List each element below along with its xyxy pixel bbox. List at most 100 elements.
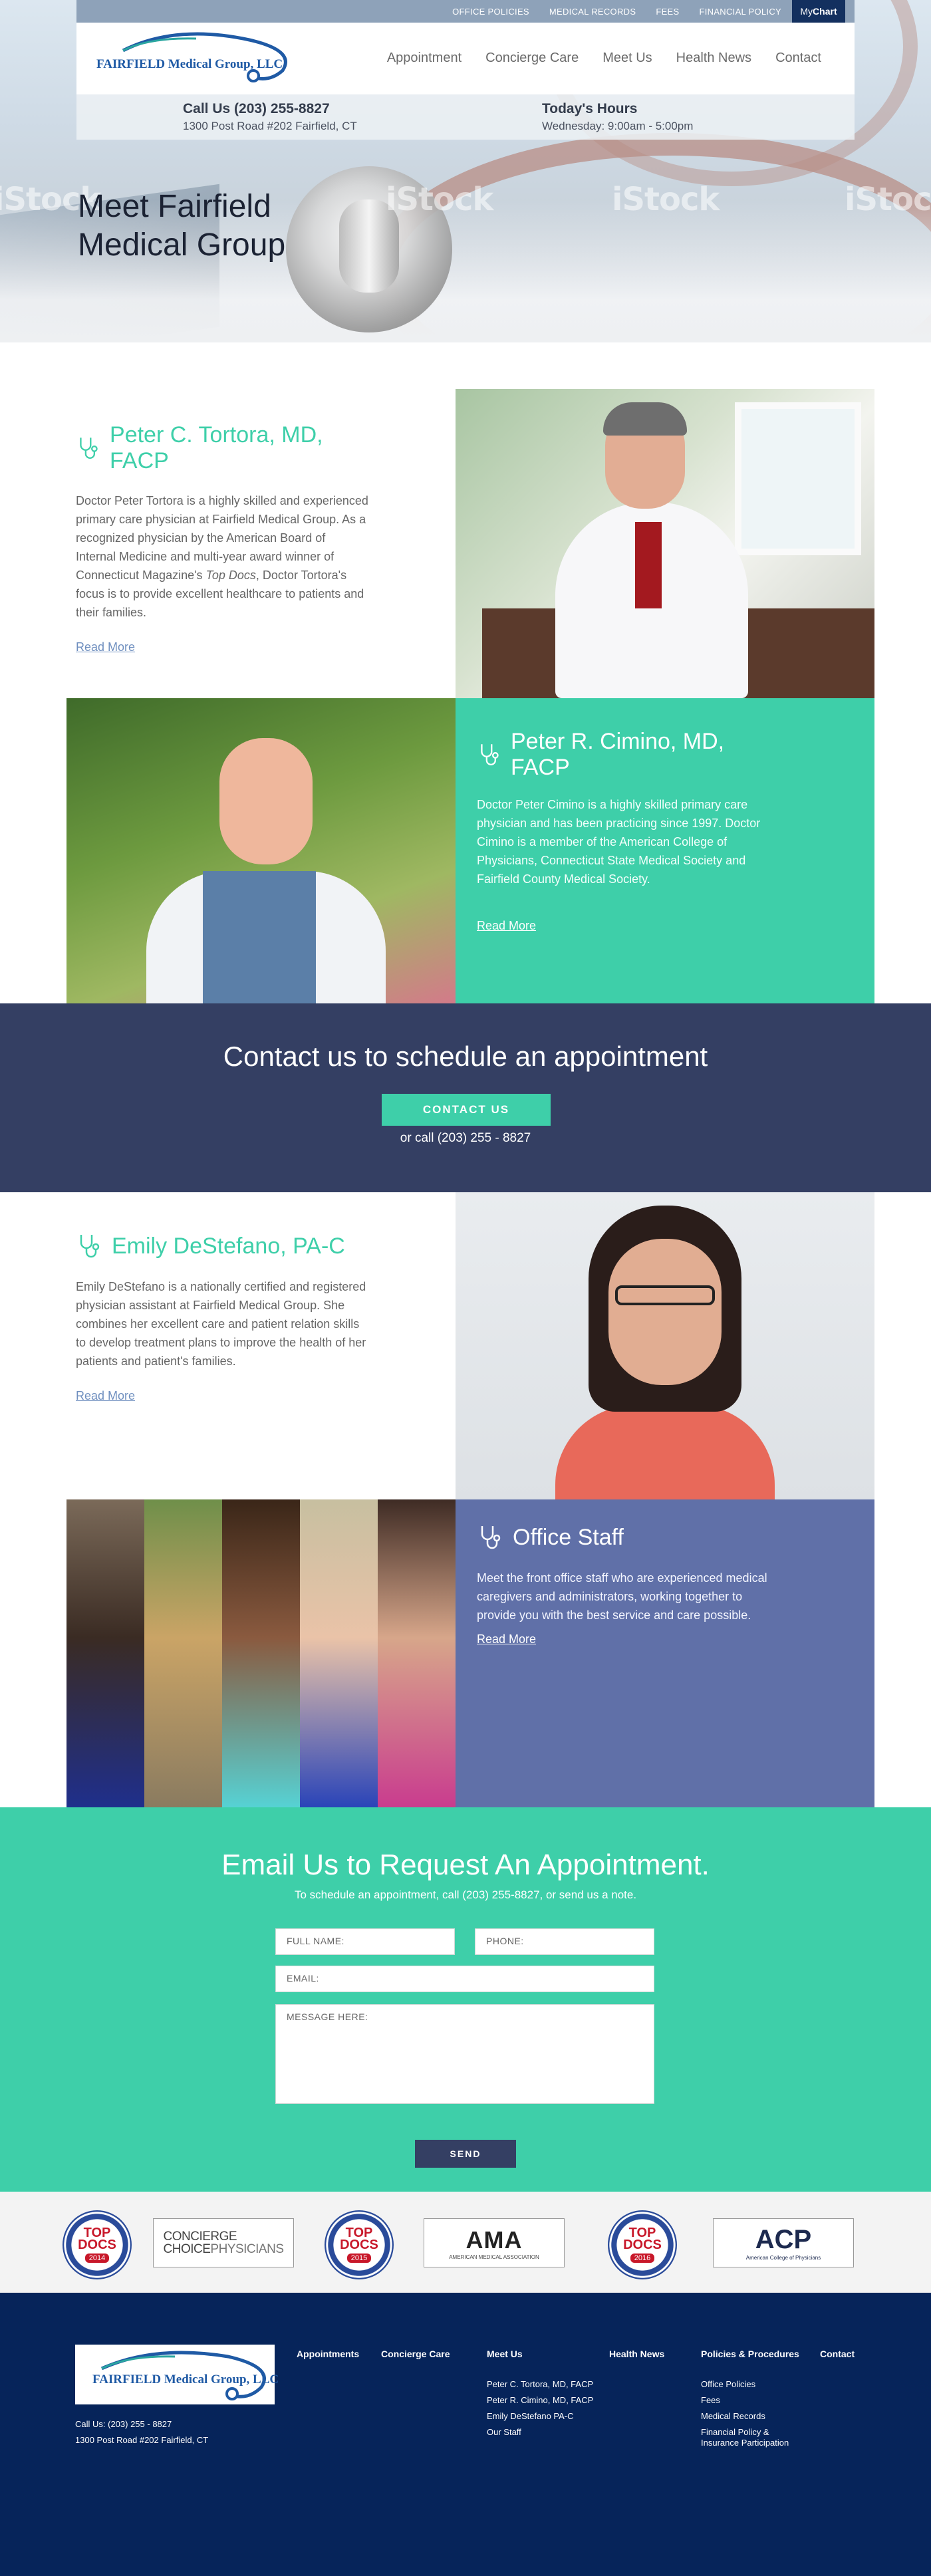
- footer-logo[interactable]: FAIRFIELD Medical Group, LLC: [75, 2345, 279, 2404]
- mychart-chart: Chart: [813, 6, 837, 17]
- call-us-block: Call Us (203) 255-8827 1300 Post Road #2…: [183, 101, 357, 133]
- office-staff-card: Office Staff Meet the front office staff…: [456, 1499, 874, 1807]
- cta-call-text: or call (203) 255 - 8827: [400, 1131, 531, 1145]
- footer-col-meet-us: Meet Us Peter C. Tortora, MD, FACP Peter…: [487, 2349, 593, 2440]
- nav-concierge-care[interactable]: Concierge Care: [485, 51, 579, 66]
- phone-field[interactable]: PHONE:: [475, 1928, 654, 1955]
- ama-subtext: AMERICAN MEDICAL ASSOCIATION: [449, 2254, 539, 2260]
- utility-link-fees[interactable]: FEES: [656, 7, 679, 17]
- hours-block: Today's Hours Wednesday: 9:00am - 5:00pm: [542, 101, 693, 133]
- acp-subtext: American College of Physicians: [745, 2255, 821, 2261]
- photo-face: [219, 738, 313, 864]
- footer-link[interactable]: Office Policies: [701, 2377, 799, 2392]
- top-docs-2015-badge: TOP DOCS 2015: [325, 2210, 394, 2279]
- utility-link-medical-records[interactable]: MEDICAL RECORDS: [549, 7, 636, 17]
- hero-watermark: iStock: [845, 181, 931, 218]
- doctor-bio: Doctor Peter Cimino is a highly skilled …: [477, 798, 761, 886]
- footer-link[interactable]: Fees: [701, 2392, 799, 2408]
- ama-logo: AMA AMERICAN MEDICAL ASSOCIATION: [424, 2218, 565, 2267]
- doctor-photo-tortora: [456, 389, 874, 698]
- photo-top: [555, 1405, 775, 1499]
- read-more-link[interactable]: Read More: [76, 640, 135, 654]
- footer-col-contact: Contact: [820, 2349, 855, 2377]
- footer-col-policies: Policies & Procedures Office Policies Fe…: [701, 2349, 799, 2448]
- footer-col-title[interactable]: Contact: [820, 2349, 855, 2359]
- doctor-bio: Doctor Peter Tortora is a highly skilled…: [76, 491, 368, 622]
- contact-cta-section: Contact us to schedule an appointment CO…: [0, 1003, 931, 1192]
- doctor-bio: Emily DeStefano is a nationally certifie…: [76, 1280, 366, 1368]
- full-name-field[interactable]: FULL NAME:: [275, 1928, 455, 1955]
- hero-watermark: iStock: [386, 181, 493, 218]
- photo-tie: [635, 522, 662, 608]
- message-field[interactable]: MESSAGE HERE:: [275, 2004, 654, 2104]
- cta-title: Contact us to schedule an appointment: [223, 1041, 708, 1072]
- staff-photo-collage: [66, 1499, 456, 1807]
- stethoscope-icon: [481, 1526, 501, 1549]
- doctor-name: Emily DeStefano, PA-C: [112, 1233, 345, 1259]
- footer-link[interactable]: Emily DeStefano PA-C: [487, 2408, 593, 2424]
- concierge-line1: CONCIERGE: [163, 2230, 237, 2244]
- footer-col-appointments: Appointments: [297, 2349, 359, 2377]
- footer-col-title[interactable]: Health News: [609, 2349, 664, 2359]
- site-footer: FAIRFIELD Medical Group, LLC Call Us: (2…: [0, 2293, 931, 2576]
- footer-col-title[interactable]: Appointments: [297, 2349, 359, 2359]
- staff-photo-3: [222, 1499, 300, 1807]
- call-us-phone[interactable]: Call Us (203) 255-8827: [183, 101, 357, 117]
- concierge-choice-physicians-logo: CONCIERGE CHOICEPHYSICIANS: [153, 2218, 294, 2267]
- footer-logo-text: FAIRFIELD Medical Group, LLC: [92, 2373, 279, 2386]
- badge-year: 2016: [630, 2254, 655, 2263]
- doctor-photo-destefano: [456, 1192, 874, 1499]
- doctor-bio-italic: Top Docs: [205, 569, 256, 582]
- photo-face: [608, 1239, 722, 1385]
- hero-banner: iStock iStock iStock iStock OFFICE POLIC…: [0, 0, 931, 342]
- page-title-line1: Meet Fairfield: [78, 189, 271, 224]
- stethoscope-icon: [80, 1235, 100, 1258]
- footer-col-title[interactable]: Meet Us: [487, 2349, 593, 2359]
- email-request-section: Email Us to Request An Appointment. To s…: [0, 1807, 931, 2192]
- site-logo[interactable]: FAIRFIELD Medical Group, LLC: [96, 31, 296, 84]
- read-more-link[interactable]: Read More: [477, 1632, 536, 1646]
- badge-docs: DOCS: [340, 2238, 378, 2252]
- concierge-logo-text: CONCIERGE CHOICEPHYSICIANS: [163, 2230, 285, 2256]
- info-bar: Call Us (203) 255-8827 1300 Post Road #2…: [76, 94, 855, 140]
- read-more-link[interactable]: Read More: [477, 919, 536, 933]
- photo-glasses: [615, 1285, 715, 1305]
- footer-col-title[interactable]: Policies & Procedures: [701, 2349, 799, 2359]
- doctor-name: Peter C. Tortora, MD, FACP: [110, 422, 323, 473]
- read-more-link[interactable]: Read More: [76, 1389, 135, 1403]
- acp-text: ACP: [755, 2225, 812, 2254]
- footer-phone[interactable]: Call Us: (203) 255 - 8827: [75, 2416, 208, 2432]
- staff-title: Office Staff: [513, 1524, 624, 1550]
- utility-link-financial-policy[interactable]: FINANCIAL POLICY: [699, 7, 781, 17]
- office-address: 1300 Post Road #202 Fairfield, CT: [183, 120, 357, 132]
- doctor-heading: Peter C. Tortora, MD, FACP: [76, 422, 368, 474]
- footer-link[interactable]: Financial Policy &: [701, 2427, 799, 2438]
- doctor-photo-cimino: [66, 698, 456, 1004]
- footer-link[interactable]: Peter C. Tortora, MD, FACP: [487, 2377, 593, 2392]
- contact-us-button[interactable]: CONTACT US: [382, 1094, 551, 1126]
- mychart-button[interactable]: My Chart: [792, 0, 845, 23]
- footer-col-title[interactable]: Concierge Care: [381, 2349, 450, 2359]
- nav-health-news[interactable]: Health News: [676, 51, 751, 66]
- nav-appointment[interactable]: Appointment: [387, 51, 462, 66]
- top-docs-2016-badge: TOP DOCS 2016: [608, 2210, 677, 2279]
- nav-contact[interactable]: Contact: [775, 51, 821, 66]
- footer-link[interactable]: Peter R. Cimino, MD, FACP: [487, 2392, 593, 2408]
- staff-photo-2: [144, 1499, 222, 1807]
- doctor-heading: Emily DeStefano, PA-C: [76, 1232, 368, 1260]
- send-button[interactable]: SEND: [415, 2140, 516, 2168]
- main-nav: Appointment Concierge Care Meet Us Healt…: [387, 51, 821, 66]
- footer-link[interactable]: Our Staff: [487, 2424, 593, 2440]
- main-header: FAIRFIELD Medical Group, LLC Appointment…: [76, 23, 855, 94]
- concierge-line2: CHOICE: [163, 2242, 211, 2256]
- utility-nav: OFFICE POLICIES MEDICAL RECORDS FEES FIN…: [452, 0, 781, 23]
- hero-watermark: iStock: [612, 181, 720, 218]
- nav-meet-us[interactable]: Meet Us: [602, 51, 652, 66]
- email-field[interactable]: EMAIL:: [275, 1966, 654, 1992]
- concierge-line3: PHYSICIANS: [210, 2242, 284, 2256]
- footer-link[interactable]: Medical Records: [701, 2408, 799, 2424]
- footer-link[interactable]: Insurance Participation: [701, 2438, 799, 2448]
- utility-link-office-policies[interactable]: OFFICE POLICIES: [452, 7, 529, 17]
- footer-contact: Call Us: (203) 255 - 8827 1300 Post Road…: [75, 2416, 208, 2448]
- badge-year: 2015: [346, 2254, 372, 2263]
